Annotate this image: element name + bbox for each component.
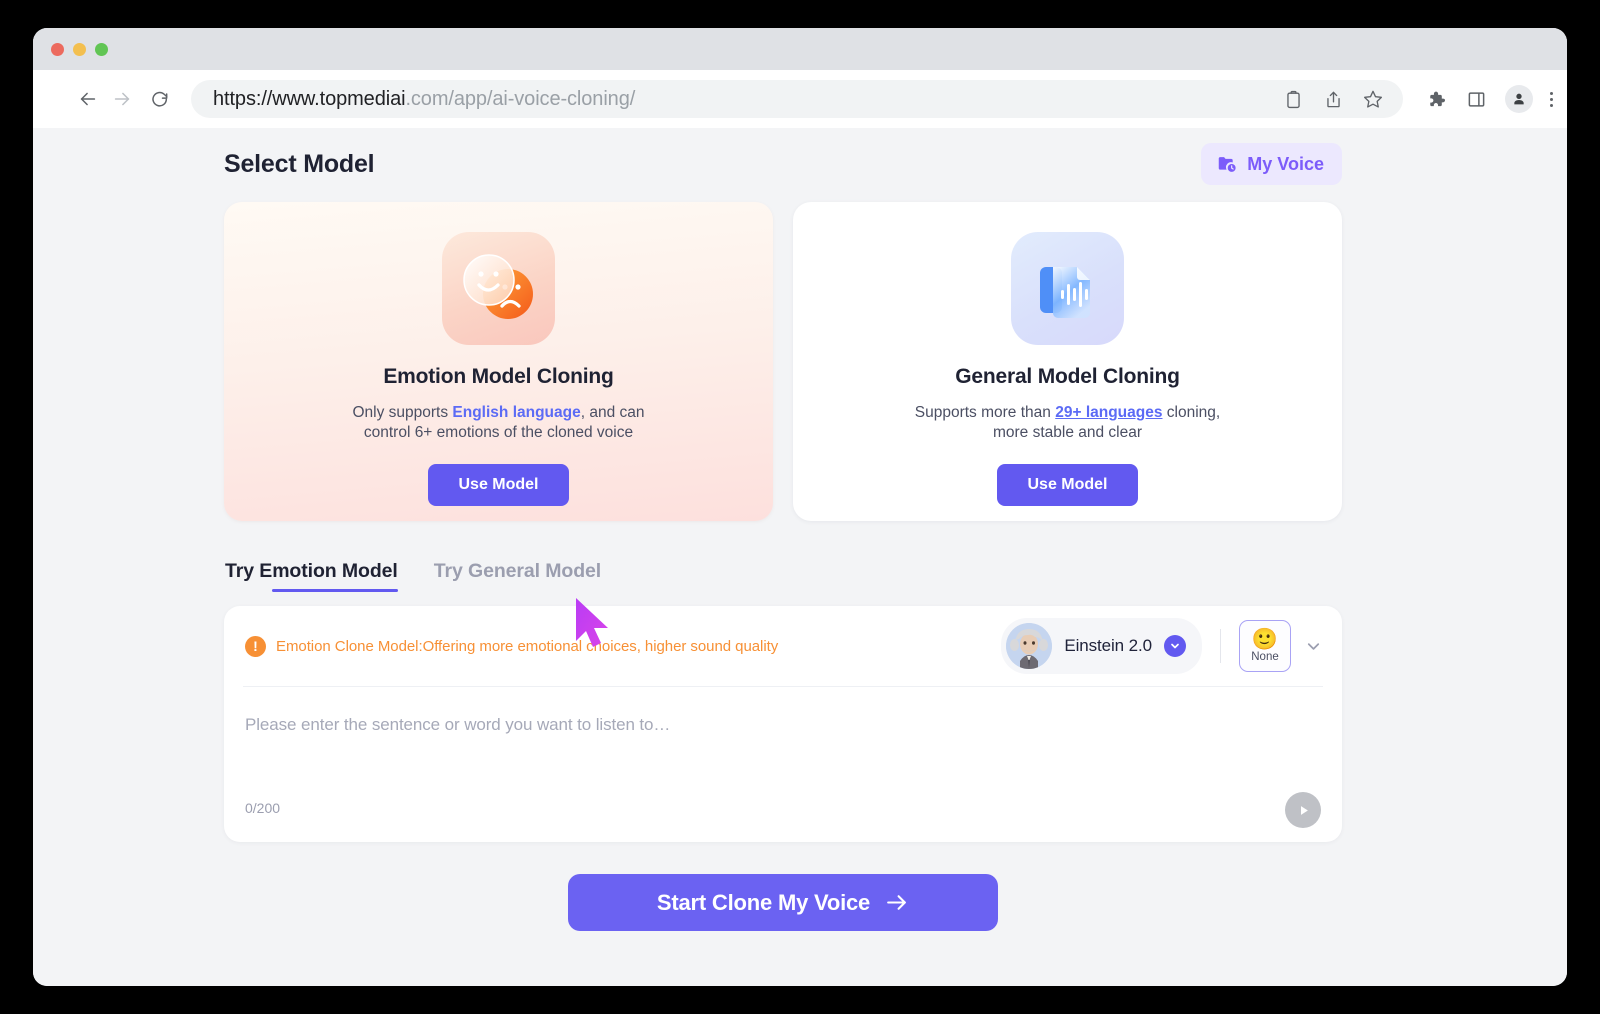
model-tabs: Try Emotion Model Try General Model xyxy=(224,548,1342,592)
text-input-placeholder: Please enter the sentence or word you wa… xyxy=(245,715,671,734)
emotion-use-model-button[interactable]: Use Model xyxy=(428,463,569,506)
page-header: Select Model My Voice xyxy=(224,140,1342,188)
emotion-card-description: Only supports English language, and can … xyxy=(334,403,664,444)
emotion-faces-icon xyxy=(442,232,555,345)
minimize-window-button[interactable] xyxy=(73,42,86,56)
play-icon[interactable] xyxy=(1285,792,1321,828)
voice-controls: Einstein 2.0 🙂 None xyxy=(1001,618,1323,674)
tab-try-general-model[interactable]: Try General Model xyxy=(434,560,601,592)
side-panel-icon[interactable] xyxy=(1464,87,1488,111)
url-text: https://www.topmediai.com/app/ai-voice-c… xyxy=(213,88,635,111)
exclamation-circle-icon: ! xyxy=(245,635,266,657)
start-clone-my-voice-button[interactable]: Start Clone My Voice xyxy=(568,874,998,931)
back-arrow-icon[interactable] xyxy=(71,82,105,116)
einstein-avatar xyxy=(1006,623,1053,669)
window-title-bar xyxy=(33,28,1567,70)
folder-clock-icon xyxy=(1216,153,1238,175)
page-title: Select Model xyxy=(224,149,375,178)
arrow-right-icon xyxy=(884,890,909,915)
page-viewport: Select Model My Voice Emotion Model Clon… xyxy=(33,128,1567,986)
omnibox-icons xyxy=(1281,87,1393,111)
document-waveform-icon xyxy=(1011,232,1124,345)
bookmark-star-icon[interactable] xyxy=(1361,87,1385,111)
browser-window: https://www.topmediai.com/app/ai-voice-c… xyxy=(33,28,1567,986)
voice-name-label: Einstein 2.0 xyxy=(1064,636,1152,655)
reload-icon[interactable] xyxy=(143,82,177,116)
clipboard-icon[interactable] xyxy=(1281,87,1305,111)
controls-divider xyxy=(1220,629,1221,663)
profile-icon[interactable] xyxy=(1505,85,1533,113)
my-voice-label: My Voice xyxy=(1247,153,1324,174)
character-counter: 0/200 xyxy=(245,800,281,816)
my-voice-button[interactable]: My Voice xyxy=(1201,143,1342,185)
traffic-lights xyxy=(51,42,108,56)
notice-text: Emotion Clone Model:Offering more emotio… xyxy=(276,637,779,655)
emotion-label: None xyxy=(1251,651,1279,663)
address-bar[interactable]: https://www.topmediai.com/app/ai-voice-c… xyxy=(191,80,1403,118)
browser-menu-icon[interactable] xyxy=(1550,91,1553,107)
general-use-model-button[interactable]: Use Model xyxy=(997,463,1138,506)
general-desc-before: Supports more than xyxy=(914,404,1056,421)
page-content: Select Model My Voice Emotion Model Clon… xyxy=(224,140,1342,931)
emotion-card-title: Emotion Model Cloning xyxy=(383,365,614,388)
tab-try-emotion-model[interactable]: Try Emotion Model xyxy=(225,560,398,592)
general-card-description: Supports more than 29+ languages cloning… xyxy=(903,403,1233,444)
toolbar-actions xyxy=(1423,85,1553,113)
emotion-model-card[interactable]: Emotion Model Cloning Only supports Engl… xyxy=(224,202,773,521)
text-input-area[interactable]: Please enter the sentence or word you wa… xyxy=(243,687,1323,842)
browser-toolbar: https://www.topmediai.com/app/ai-voice-c… xyxy=(33,70,1567,128)
url-domain: https://www.topmediai xyxy=(213,87,406,110)
voice-editor-panel: ! Emotion Clone Model:Offering more emot… xyxy=(224,606,1342,842)
emotion-expand-chevron-down-icon[interactable] xyxy=(1304,637,1323,656)
general-card-title: General Model Cloning xyxy=(955,365,1180,388)
extensions-puzzle-icon[interactable] xyxy=(1423,87,1447,111)
editor-toolbar: ! Emotion Clone Model:Offering more emot… xyxy=(243,606,1323,687)
chevron-down-icon[interactable] xyxy=(1164,635,1186,657)
voice-selector[interactable]: Einstein 2.0 xyxy=(1001,618,1202,674)
emotion-model-notice: ! Emotion Clone Model:Offering more emot… xyxy=(243,635,779,657)
cta-row: Start Clone My Voice xyxy=(224,874,1342,931)
share-icon[interactable] xyxy=(1321,87,1345,111)
cta-label: Start Clone My Voice xyxy=(656,889,871,915)
english-language-link[interactable]: English language xyxy=(452,404,580,421)
forward-arrow-icon[interactable] xyxy=(105,82,139,116)
smiley-face-icon: 🙂 xyxy=(1251,628,1279,651)
maximize-window-button[interactable] xyxy=(95,42,108,56)
model-cards: Emotion Model Cloning Only supports Engl… xyxy=(224,202,1342,521)
emotion-selector[interactable]: 🙂 None xyxy=(1239,620,1291,672)
languages-link[interactable]: 29+ languages xyxy=(1055,404,1162,421)
url-path: .com/app/ai-voice-cloning/ xyxy=(405,87,636,110)
close-window-button[interactable] xyxy=(51,42,64,56)
general-model-card[interactable]: General Model Cloning Supports more than… xyxy=(793,202,1342,521)
emotion-desc-before: Only supports xyxy=(352,404,453,421)
